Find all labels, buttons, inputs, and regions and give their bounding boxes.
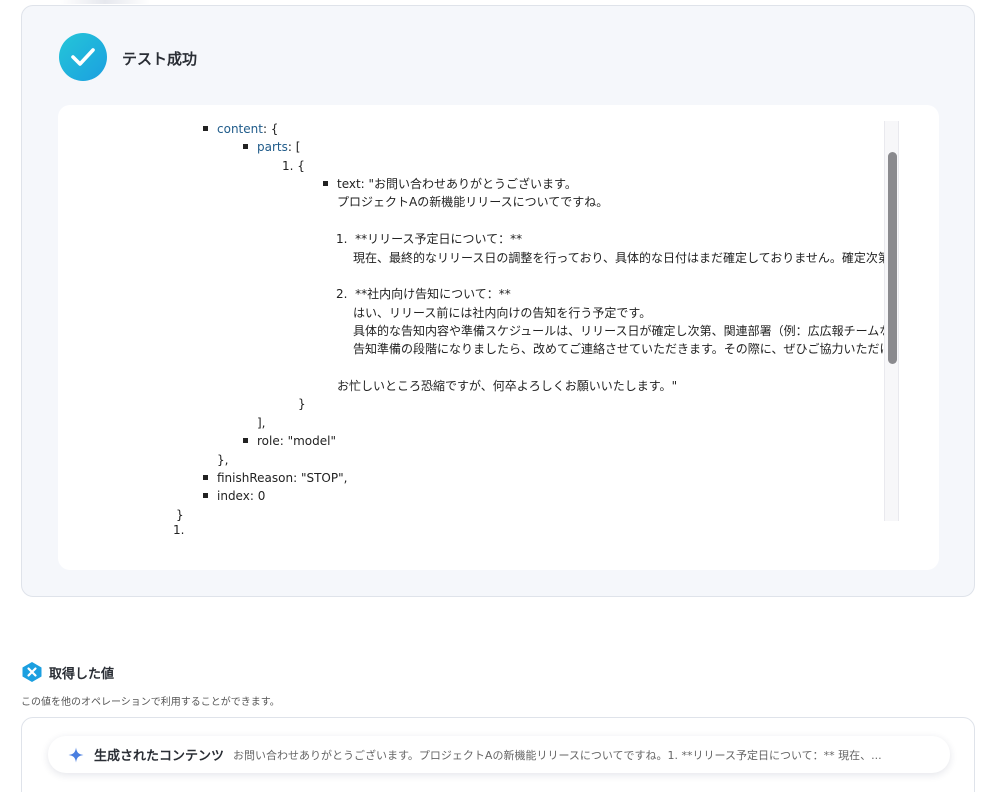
values-section-title: 取得した値	[49, 666, 115, 682]
json-key-parts: parts	[257, 140, 288, 154]
json-line-item-close: }	[298, 397, 306, 411]
json-line-object-close: }	[176, 508, 184, 522]
json-line-text: text: "お問い合わせありがとうございます。	[323, 175, 577, 193]
json-scrollbar[interactable]	[884, 121, 899, 521]
json-line-tail-item: 1.	[173, 523, 185, 537]
json-line-list-1-title: 1. **リリース予定日について：**	[336, 232, 523, 246]
json-key-content: content	[217, 122, 263, 136]
sparkle-icon	[68, 747, 84, 762]
json-line-content: content: {	[203, 120, 278, 138]
json-line-parts-close: ],	[257, 416, 266, 430]
json-line-role: role: "model"	[243, 432, 336, 450]
json-line-closing: お忙しいところ恐縮ですが、何卒よろしくお願いいたします。"	[337, 379, 678, 393]
json-line-list-1-body: 現在、最終的なリリース日の調整を行っており、具体的な日付はまだ確定しておりません…	[353, 251, 884, 265]
test-result-card: テスト成功 content: { parts: [ 1. { text: "お問…	[21, 5, 975, 597]
json-line-item-open: 1. {	[282, 159, 305, 173]
values-section-description: この値を他のオペレーションで利用することができます。	[21, 697, 280, 708]
top-fade-decoration	[60, 0, 150, 4]
json-line-list-2-body-2: 具体的な告知内容や準備スケジュールは、リリース日が確定し次第、関連部署（例：広広…	[353, 324, 884, 338]
value-chip-preview: お問い合わせありがとうございます。プロジェクトAの新機能リリースについてですね。…	[233, 748, 882, 762]
json-line-parts: parts: [	[243, 138, 300, 156]
variable-x-icon	[22, 662, 42, 682]
json-line-index: index: 0	[203, 487, 265, 505]
json-line-finish-reason: finishReason: "STOP",	[203, 469, 347, 487]
status-title: テスト成功	[122, 50, 198, 68]
json-line-list-2-title: 2. **社内向け告知について：**	[336, 287, 511, 301]
json-line-list-2-body-3: 告知準備の段階になりましたら、改めてご連絡させていただきます。その際に、ぜひご協…	[353, 342, 884, 356]
json-tree-view[interactable]: content: { parts: [ 1. { text: "お問い合わせあり…	[58, 105, 884, 523]
json-line-content-close: },	[217, 453, 229, 467]
values-section-header: 取得した値	[21, 661, 114, 683]
json-line-body-1: プロジェクトAの新機能リリースについてですね。	[337, 195, 609, 209]
value-chip-generated-content[interactable]: 生成されたコンテンツ お問い合わせありがとうございます。プロジェクトAの新機能リ…	[48, 736, 950, 773]
json-scrollbar-thumb[interactable]	[888, 152, 897, 364]
values-card: 生成されたコンテンツ お問い合わせありがとうございます。プロジェクトAの新機能リ…	[21, 717, 975, 792]
value-chip-label: 生成されたコンテンツ	[94, 749, 225, 764]
json-output-panel: content: { parts: [ 1. { text: "お問い合わせあり…	[58, 105, 939, 570]
check-circle-icon	[59, 33, 107, 81]
json-line-list-2-body-1: はい、リリース前には社内向けの告知を行う予定です。	[353, 306, 652, 320]
